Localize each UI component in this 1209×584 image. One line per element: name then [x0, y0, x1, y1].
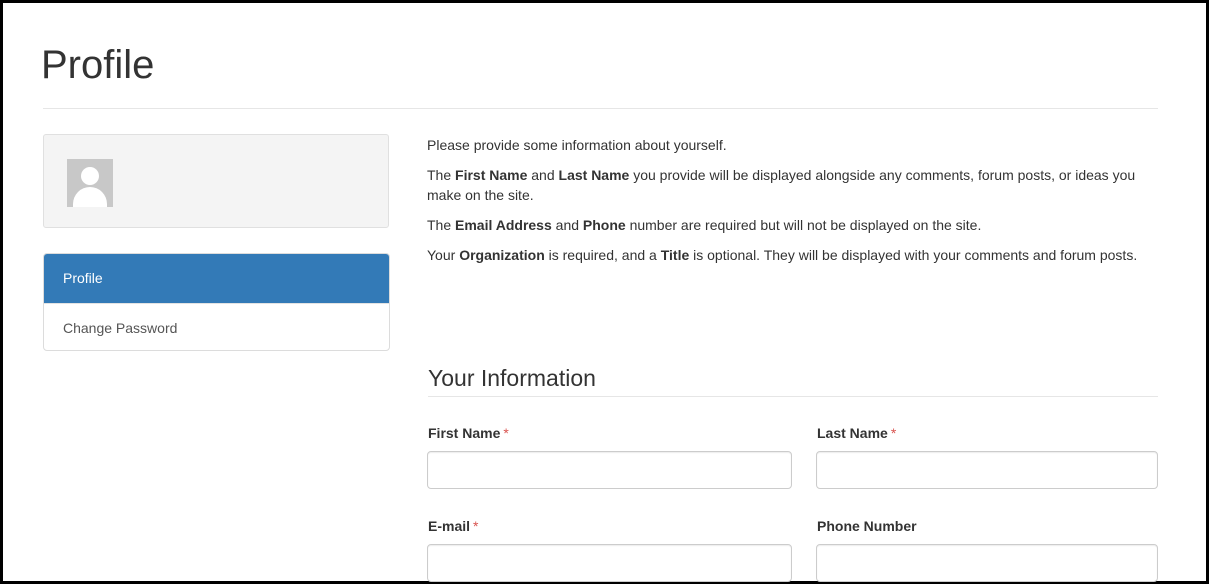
last-name-label-text: Last Name	[817, 425, 888, 441]
section-title: Your Information	[428, 365, 596, 391]
intro-paragraph-2: The First Name and Last Name you provide…	[427, 165, 1162, 205]
intro-p4-bold: Organization	[459, 247, 545, 263]
intro-p2-bold: First Name	[455, 167, 528, 183]
intro-p2-part: and	[527, 167, 559, 183]
nav-item-change-password[interactable]: Change Password	[44, 303, 389, 350]
intro-p4-part: is required, and a	[544, 247, 661, 263]
first-name-label-text: First Name	[428, 425, 501, 441]
avatar[interactable]	[67, 159, 113, 207]
page-frame: Profile Profile Change Password Please p…	[0, 0, 1209, 584]
intro-p4-part: Your	[427, 247, 460, 263]
intro-p2-bold: Last Name	[558, 167, 630, 183]
intro-p2-part: The	[427, 167, 456, 183]
required-marker: *	[473, 518, 479, 534]
required-marker: *	[890, 425, 897, 441]
intro-paragraph-4: Your Organization is required, and a Tit…	[427, 245, 1162, 265]
intro-p3-part: number are required but will not be disp…	[625, 217, 982, 233]
first-name-label: First Name *	[428, 424, 509, 442]
intro-p4-bold: Title	[660, 247, 690, 263]
phone-label-text: Phone Number	[817, 518, 917, 534]
nav-item-profile[interactable]: Profile	[44, 254, 389, 303]
section-divider	[428, 396, 1158, 397]
intro-p4-part: is optional. They will be displayed with…	[689, 247, 1138, 263]
title-divider	[43, 108, 1158, 109]
first-name-input[interactable]	[427, 451, 792, 489]
avatar-panel	[43, 134, 389, 228]
email-input[interactable]	[427, 544, 792, 582]
page-title: Profile	[41, 43, 155, 87]
last-name-input[interactable]	[816, 451, 1158, 489]
intro-paragraph-1: Please provide some information about yo…	[427, 137, 727, 153]
profile-nav: Profile Change Password	[43, 253, 390, 351]
phone-label: Phone Number	[817, 517, 917, 535]
intro-p3-bold: Phone	[582, 217, 626, 233]
intro-p3-part: The	[427, 217, 456, 233]
intro-text: Please provide some information about yo…	[427, 135, 1162, 275]
user-silhouette-icon	[81, 167, 99, 185]
intro-paragraph-3: The Email Address and Phone number are r…	[427, 215, 1162, 235]
phone-input[interactable]	[816, 544, 1158, 582]
email-label: E-mail *	[428, 517, 478, 535]
intro-p3-part: and	[551, 217, 583, 233]
required-marker: *	[503, 425, 509, 441]
intro-p3-bold: Email Address	[455, 217, 552, 233]
last-name-label: Last Name *	[817, 424, 896, 442]
avatar-body-shape	[73, 187, 107, 207]
email-label-text: E-mail	[428, 518, 471, 534]
